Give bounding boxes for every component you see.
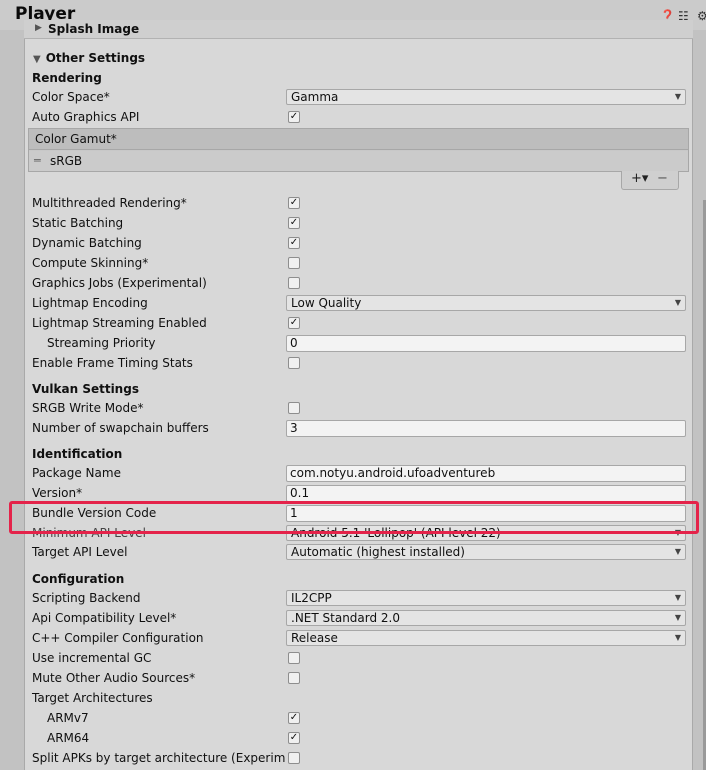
remove-item-button[interactable]: − bbox=[657, 171, 668, 186]
mute-audio-label: Mute Other Audio Sources* bbox=[32, 671, 196, 685]
static-batching-checkbox[interactable]: ✓ bbox=[288, 217, 300, 229]
lightmap-encoding-dropdown[interactable]: Low Quality ▼ bbox=[286, 295, 686, 311]
compute-skinning-label: Compute Skinning* bbox=[32, 256, 149, 270]
package-name-field[interactable]: com.notyu.android.ufoadventureb bbox=[286, 465, 686, 482]
dropdown-arrow-icon: ▼ bbox=[674, 298, 681, 307]
list-add-remove: +▾ − bbox=[621, 171, 679, 190]
other-settings-label: Other Settings bbox=[45, 51, 146, 65]
collapse-triangle-icon: ▼ bbox=[33, 54, 41, 65]
srgb-write-label: SRGB Write Mode* bbox=[32, 401, 144, 415]
dropdown-arrow-icon: ▼ bbox=[674, 633, 681, 642]
graphics-jobs-label: Graphics Jobs (Experimental) bbox=[32, 276, 207, 290]
settings-icon[interactable]: ⚙ bbox=[697, 9, 706, 23]
color-space-dropdown[interactable]: Gamma ▼ bbox=[286, 89, 686, 105]
target-architectures-label: Target Architectures bbox=[32, 691, 153, 705]
streaming-priority-label: Streaming Priority bbox=[47, 336, 156, 350]
package-name-label: Package Name bbox=[32, 466, 121, 480]
expand-triangle-icon: ▶ bbox=[35, 23, 42, 33]
dynamic-batching-checkbox[interactable]: ✓ bbox=[288, 237, 300, 249]
version-label: Version* bbox=[32, 486, 83, 500]
dropdown-arrow-icon: ▼ bbox=[674, 92, 681, 101]
lightmap-encoding-label: Lightmap Encoding bbox=[32, 296, 148, 310]
compute-skinning-checkbox[interactable] bbox=[288, 257, 300, 269]
other-settings-foldout[interactable]: ▼ Other Settings bbox=[33, 51, 145, 65]
color-space-label: Color Space* bbox=[32, 90, 110, 104]
incremental-gc-checkbox[interactable] bbox=[288, 652, 300, 664]
section-configuration: Configuration bbox=[32, 572, 125, 586]
target-api-dropdown[interactable]: Automatic (highest installed) ▼ bbox=[286, 544, 686, 560]
section-rendering: Rendering bbox=[32, 71, 102, 85]
section-identification: Identification bbox=[32, 447, 123, 461]
splash-image-foldout[interactable]: ▶ Splash Image bbox=[24, 20, 693, 39]
streaming-priority-field[interactable]: 0 bbox=[286, 335, 686, 352]
scripting-backend-dropdown[interactable]: IL2CPP ▼ bbox=[286, 590, 686, 606]
cpp-compiler-label: C++ Compiler Configuration bbox=[32, 631, 204, 645]
split-apks-checkbox[interactable] bbox=[288, 752, 300, 764]
cpp-compiler-dropdown[interactable]: Release ▼ bbox=[286, 630, 686, 646]
auto-graphics-api-label: Auto Graphics API bbox=[32, 110, 140, 124]
list-item[interactable]: ═ sRGB bbox=[29, 151, 688, 171]
static-batching-label: Static Batching bbox=[32, 216, 124, 230]
graphics-jobs-checkbox[interactable] bbox=[288, 277, 300, 289]
split-apks-label: Split APKs by target architecture (Exper… bbox=[32, 751, 286, 765]
multithreaded-rendering-label: Multithreaded Rendering* bbox=[32, 196, 187, 210]
drag-handle-icon[interactable]: ═ bbox=[34, 154, 41, 167]
arm64-checkbox[interactable]: ✓ bbox=[288, 732, 300, 744]
frame-timing-checkbox[interactable] bbox=[288, 357, 300, 369]
dropdown-arrow-icon: ▼ bbox=[674, 593, 681, 602]
api-compatibility-label: Api Compatibility Level* bbox=[32, 611, 177, 625]
mute-audio-checkbox[interactable] bbox=[288, 672, 300, 684]
add-item-button[interactable]: +▾ bbox=[631, 171, 648, 186]
section-vulkan: Vulkan Settings bbox=[32, 382, 139, 396]
srgb-write-checkbox[interactable] bbox=[288, 402, 300, 414]
color-gamut-header: Color Gamut* bbox=[29, 129, 688, 150]
armv7-label: ARMv7 bbox=[47, 711, 89, 725]
scripting-backend-label: Scripting Backend bbox=[32, 591, 141, 605]
dropdown-arrow-icon: ▼ bbox=[674, 547, 681, 556]
highlight-box bbox=[9, 501, 699, 534]
armv7-checkbox[interactable]: ✓ bbox=[288, 712, 300, 724]
swapchain-buffers-field[interactable]: 3 bbox=[286, 420, 686, 437]
incremental-gc-label: Use incremental GC bbox=[32, 651, 152, 665]
arm64-label: ARM64 bbox=[47, 731, 90, 745]
swapchain-buffers-label: Number of swapchain buffers bbox=[32, 421, 209, 435]
dynamic-batching-label: Dynamic Batching bbox=[32, 236, 142, 250]
version-field[interactable]: 0.1 bbox=[286, 485, 686, 502]
color-gamut-list: Color Gamut* ═ sRGB bbox=[28, 128, 689, 172]
lightmap-streaming-checkbox[interactable]: ✓ bbox=[288, 317, 300, 329]
dropdown-arrow-icon: ▼ bbox=[674, 613, 681, 622]
auto-graphics-api-checkbox[interactable]: ✓ bbox=[288, 111, 300, 123]
multithreaded-rendering-checkbox[interactable]: ✓ bbox=[288, 197, 300, 209]
target-api-label: Target API Level bbox=[32, 545, 128, 559]
splash-image-label: Splash Image bbox=[48, 22, 140, 36]
frame-timing-label: Enable Frame Timing Stats bbox=[32, 356, 193, 370]
api-compatibility-dropdown[interactable]: .NET Standard 2.0 ▼ bbox=[286, 610, 686, 626]
lightmap-streaming-label: Lightmap Streaming Enabled bbox=[32, 316, 207, 330]
